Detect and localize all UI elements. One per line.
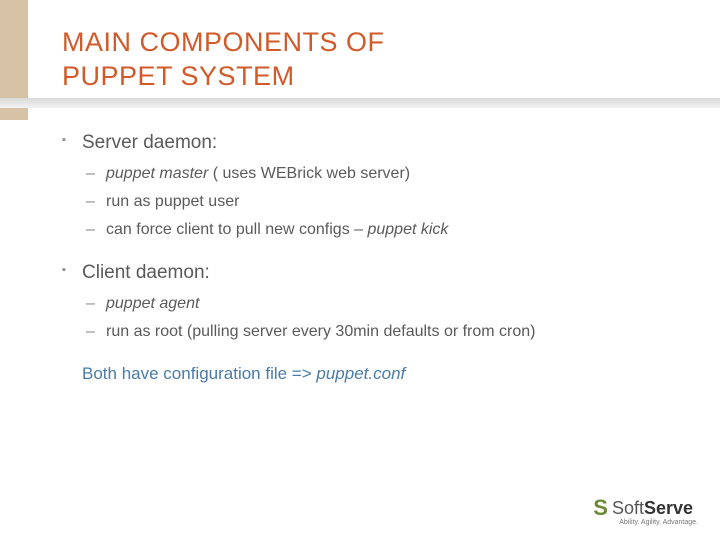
title-line-1: MAIN COMPONENTS OF [62, 27, 385, 57]
list-item: run as puppet user [82, 190, 660, 214]
softserve-logo: S SoftServe Ability. Agility. Advantage. [593, 495, 698, 526]
title-line-2: PUPPET SYSTEM [62, 61, 295, 91]
section-heading: Client daemon: [82, 262, 210, 283]
bullet-list-level2: puppet agent run as root (pulling server… [82, 292, 660, 344]
list-item: puppet master ( uses WEBrick web server) [82, 162, 660, 186]
logo-text: SoftServe [612, 498, 693, 519]
logo-row: S SoftServe [593, 495, 698, 521]
list-item: puppet agent [82, 292, 660, 316]
slide-content: Server daemon: puppet master ( uses WEBr… [62, 132, 660, 384]
logo-mark-icon: S [593, 495, 608, 521]
list-item: run as root (pulling server every 30min … [82, 320, 660, 344]
bullet-list-level1: Server daemon: puppet master ( uses WEBr… [62, 132, 660, 344]
list-item: can force client to pull new configs – p… [82, 218, 660, 242]
section-heading: Server daemon: [82, 132, 217, 153]
header-band [0, 98, 720, 108]
section-server-daemon: Server daemon: puppet master ( uses WEBr… [62, 132, 660, 242]
bullet-list-level2: puppet master ( uses WEBrick web server)… [82, 162, 660, 242]
logo-tagline: Ability. Agility. Advantage. [619, 519, 698, 526]
section-client-daemon: Client daemon: puppet agent run as root … [62, 262, 660, 344]
slide-title: MAIN COMPONENTS OF PUPPET SYSTEM [62, 26, 385, 94]
footer-note: Both have configuration file => puppet.c… [82, 364, 660, 384]
